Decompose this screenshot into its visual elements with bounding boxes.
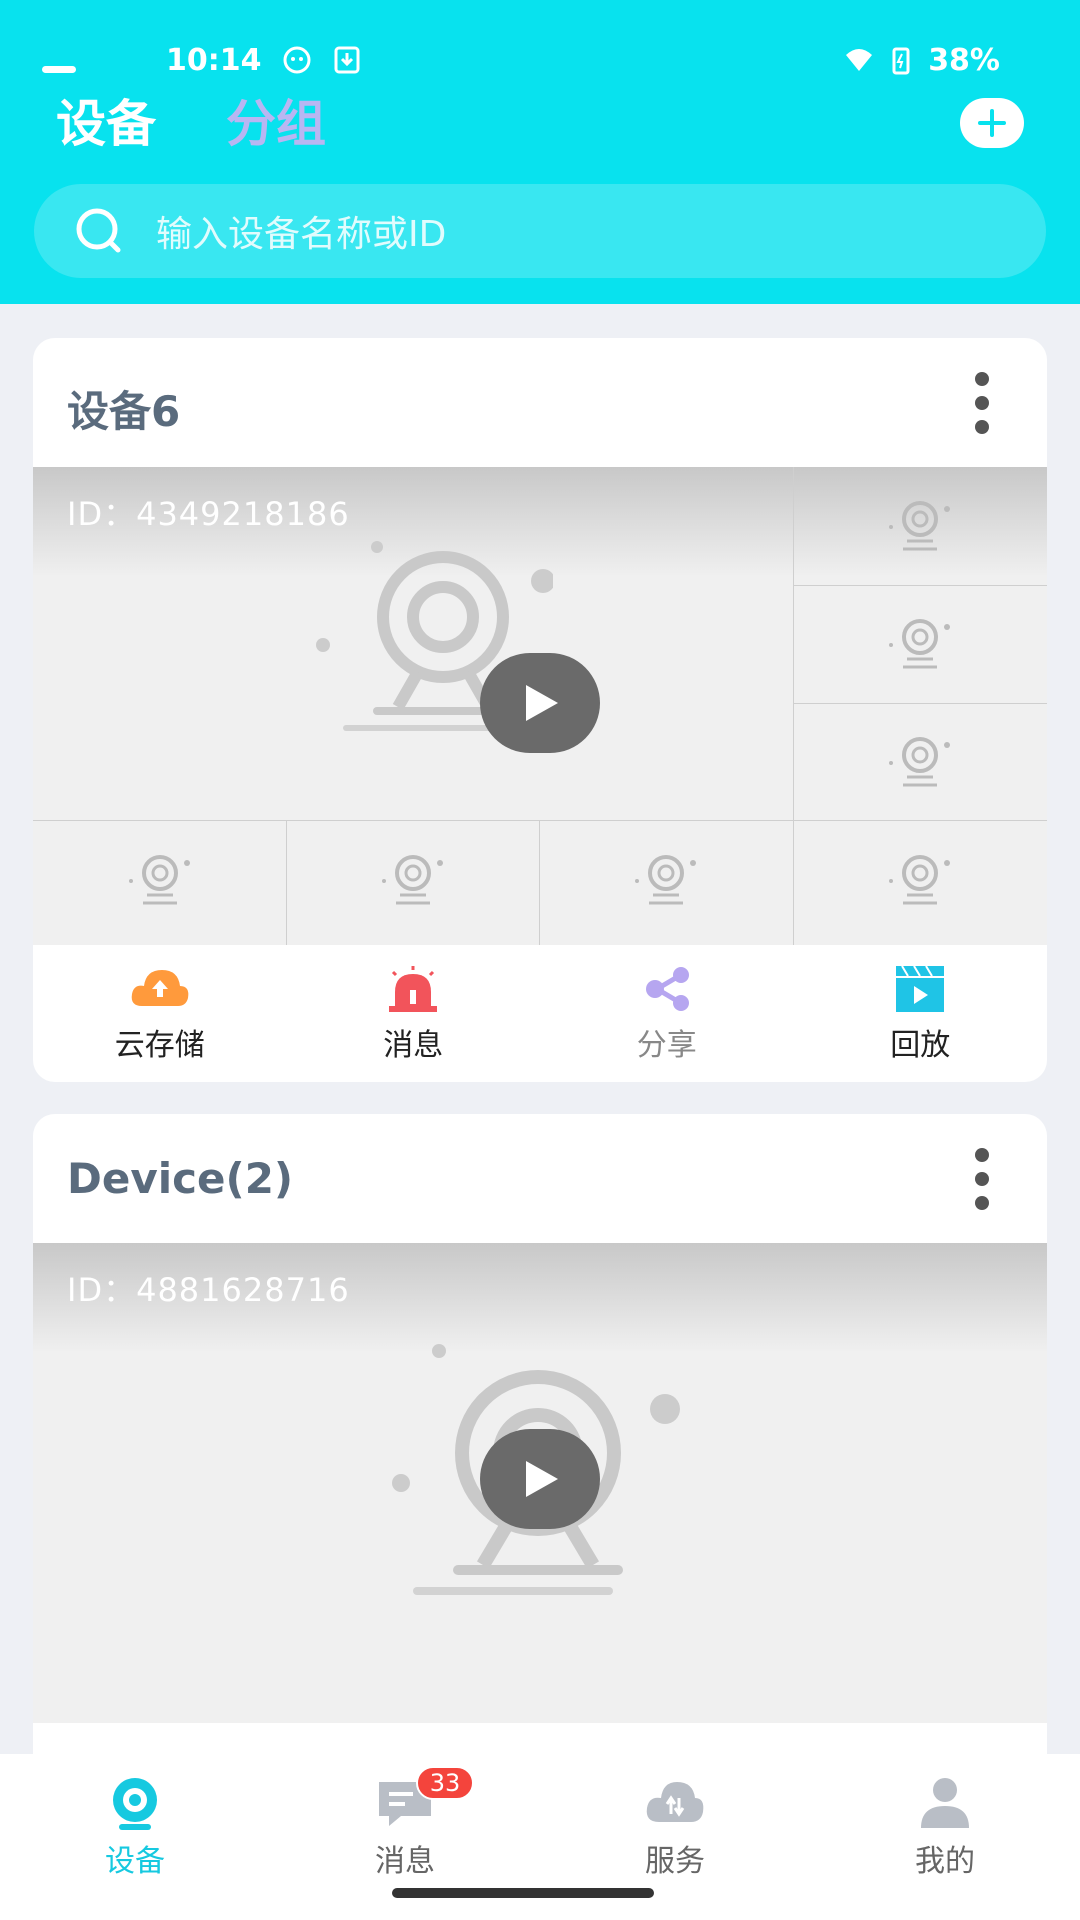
status-time: 10:14: [166, 42, 262, 78]
status-bar-left: 10:14: [166, 40, 362, 80]
status-bar-right: 38%: [844, 40, 1000, 80]
camera-thumbnail-icon[interactable]: [378, 845, 448, 915]
home-indicator[interactable]: [392, 1888, 654, 1898]
camera-thumbnail-icon[interactable]: [125, 845, 195, 915]
device-id: ID：4881628716: [67, 1271, 350, 1309]
download-icon: [334, 46, 359, 74]
play-icon: [526, 1461, 558, 1497]
nav-profile[interactable]: 我的: [810, 1754, 1080, 1920]
camera-thumbnail-icon[interactable]: [885, 727, 955, 797]
device-name[interactable]: Device(2): [67, 1154, 293, 1203]
tab-devices[interactable]: 设备: [56, 84, 156, 156]
share-icon: [645, 967, 689, 1011]
camera-thumbnail-icon[interactable]: [885, 491, 955, 561]
share-button[interactable]: 分享: [540, 945, 794, 1082]
tab-groups[interactable]: 分组: [226, 84, 326, 156]
multi-camera-preview[interactable]: ID：4349218186: [33, 467, 1047, 945]
action-label: 分享: [636, 1028, 697, 1063]
top-header: 10:14 38% 设备 分组 输入设备名称或ID: [0, 0, 1080, 304]
nav-label: 消息: [375, 1844, 435, 1879]
device-card: Device(2) ID：4881628716: [33, 1114, 1047, 1834]
top-tabs: 设备 分组: [56, 84, 326, 156]
message-button[interactable]: 消息: [287, 945, 541, 1082]
cloud-storage-button[interactable]: 云存储: [33, 945, 287, 1082]
plus-icon: [978, 109, 1006, 137]
camera-thumbnail-icon[interactable]: [885, 609, 955, 679]
alarm-icon: [389, 966, 438, 1012]
cloud-service-icon: [646, 1782, 704, 1822]
play-button[interactable]: [480, 1429, 600, 1529]
action-label: 回放: [890, 1028, 951, 1063]
action-label: 云存储: [114, 1028, 205, 1063]
wifi-icon: [846, 49, 873, 71]
playback-button[interactable]: 回放: [794, 945, 1048, 1082]
search-bar[interactable]: 输入设备名称或ID: [34, 184, 1046, 278]
device-actions: 云存储 消息 分享 回放: [33, 945, 1047, 1082]
device-card: 设备6 ID：4349218186 云存储 消息 分享 回放: [33, 338, 1047, 1082]
camera-thumbnail-icon[interactable]: [631, 845, 701, 915]
search-input[interactable]: 输入设备名称或ID: [156, 205, 446, 257]
play-button[interactable]: [480, 653, 600, 753]
cloud-storage-icon: [131, 970, 189, 1006]
camera-icon: [113, 1778, 157, 1830]
device-name[interactable]: 设备6: [67, 378, 180, 439]
camera-preview[interactable]: ID：4881628716: [33, 1243, 1047, 1723]
device-id: ID：4349218186: [67, 495, 350, 533]
search-icon: [76, 208, 121, 253]
play-icon: [526, 685, 558, 721]
user-icon: [921, 1778, 969, 1828]
device-list-screen: 10:14 38% 设备 分组 输入设备名称或ID 设备6 ID：4349218…: [0, 0, 1080, 1920]
playback-icon: [896, 966, 945, 1012]
action-label: 消息: [383, 1028, 444, 1063]
camera-thumbnail-icon[interactable]: [885, 845, 955, 915]
battery-icon: [892, 47, 910, 75]
nav-label: 设备: [105, 1844, 165, 1879]
nav-label: 我的: [915, 1844, 975, 1879]
more-options-button[interactable]: [967, 1148, 997, 1210]
nav-label: 服务: [645, 1844, 705, 1879]
nav-devices[interactable]: 设备: [0, 1754, 270, 1920]
add-device-button[interactable]: [960, 98, 1024, 148]
more-options-button[interactable]: [967, 372, 997, 434]
battery-level: 38%: [928, 42, 1000, 78]
face-icon: [283, 46, 310, 74]
active-tab-indicator: [42, 66, 76, 73]
unread-badge: 33: [416, 1766, 474, 1800]
